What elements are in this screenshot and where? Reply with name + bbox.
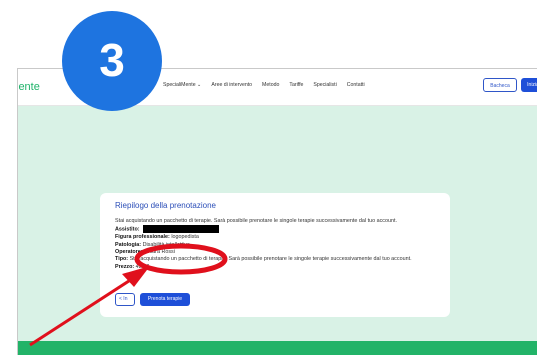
annotation-overlay (29, 243, 228, 347)
highlight-ellipse (134, 243, 228, 275)
pointer-arrow-icon (29, 266, 150, 347)
